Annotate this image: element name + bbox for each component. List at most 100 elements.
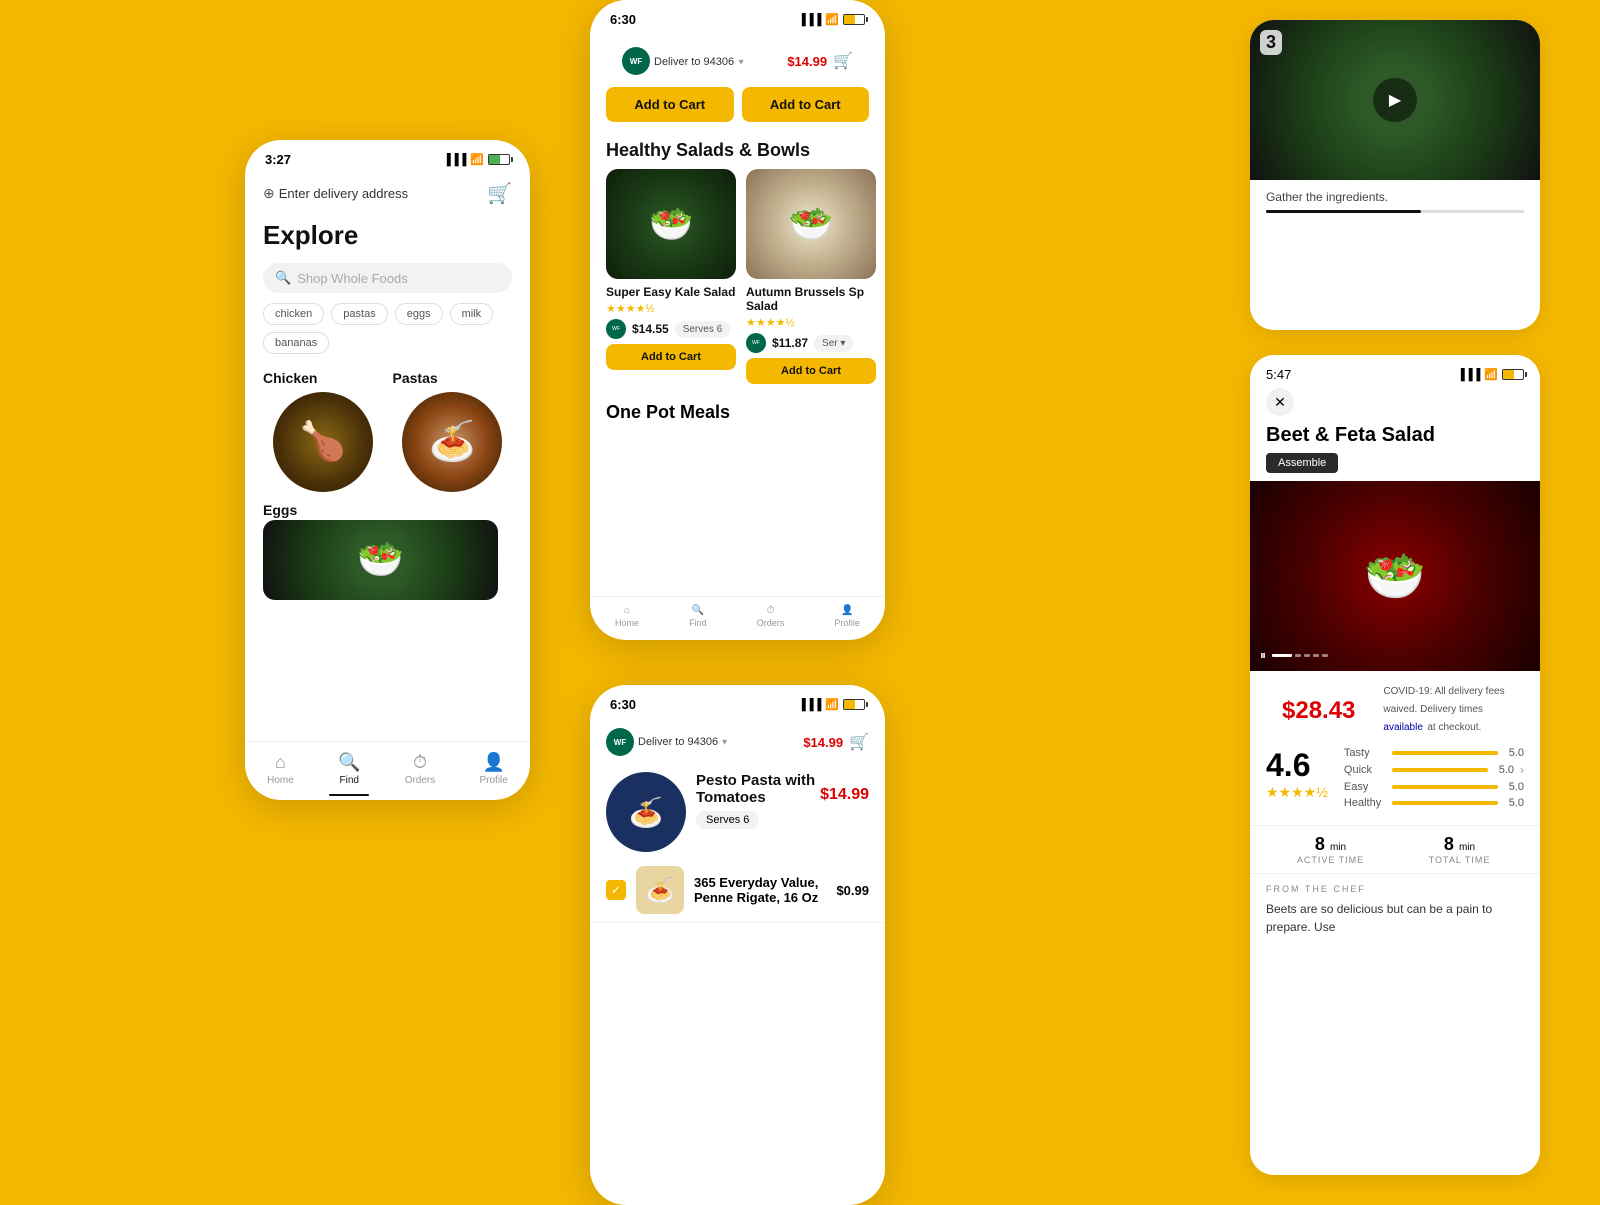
add-to-cart-row: Add to Cart Add to Cart xyxy=(606,87,869,122)
pause-icon[interactable]: ⏸ xyxy=(1260,648,1266,663)
play-button[interactable]: ▶ xyxy=(1373,78,1417,122)
nav-home-center[interactable]: ⌂ Home xyxy=(615,605,639,628)
available-link[interactable]: available xyxy=(1383,722,1422,733)
tag-eggs[interactable]: eggs xyxy=(395,303,443,325)
nav-profile-label-c: Profile xyxy=(834,618,860,628)
quick-fill xyxy=(1392,768,1488,772)
pasta-wf-logo: WF Deliver to 94306 ▾ xyxy=(606,728,727,756)
dot-4 xyxy=(1313,654,1319,657)
category-pastas-label: Pastas xyxy=(393,370,438,386)
search-icon-left: 🔍 xyxy=(275,270,291,286)
phone-pasta-detail: 6:30 ▐▐▐ 📶 WF Deliver to 94306 ▾ $14.99 … xyxy=(590,685,885,1205)
step-image: 3 ▶ xyxy=(1250,20,1540,180)
dot-5 xyxy=(1322,654,1328,657)
price-top: $14.99 xyxy=(787,54,827,69)
brussels-add-btn[interactable]: Add to Cart xyxy=(746,358,876,384)
tasty-fill xyxy=(1392,751,1498,755)
location-icon: ⊕ xyxy=(263,185,275,202)
cart-icon-left[interactable]: 🛒 xyxy=(487,181,512,206)
dot-3 xyxy=(1304,654,1310,657)
progress-fill xyxy=(1266,210,1421,213)
tag-milk[interactable]: milk xyxy=(450,303,494,325)
nav-home-label-c: Home xyxy=(615,618,639,628)
search-box[interactable]: 🔍 Shop Whole Foods xyxy=(263,263,512,293)
chicken-image: 🍗 xyxy=(273,392,373,492)
wifi-icon-c: 📶 xyxy=(825,13,839,26)
home-icon: ⌂ xyxy=(275,752,286,773)
rating-tasty: Tasty 5.0 xyxy=(1344,747,1524,759)
brussels-name: Autumn Brussels Sp Salad xyxy=(746,285,876,313)
step-label: Gather the ingredients. xyxy=(1250,180,1540,210)
tag-row: chicken pastas eggs milk bananas xyxy=(263,303,512,354)
pasta-wf-circle: WF xyxy=(606,728,634,756)
rating-stars: ★★★★½ xyxy=(1266,784,1328,801)
brussels-serves[interactable]: Ser ▾ xyxy=(814,335,853,352)
wf-logo-circle: WF xyxy=(622,47,650,75)
wifi-beet: 📶 xyxy=(1484,368,1498,381)
category-pastas[interactable]: Pastas 🍝 xyxy=(393,370,513,492)
eggs-emoji: 🥗 xyxy=(357,538,404,582)
nav-profile-label-left: Profile xyxy=(479,775,507,786)
quick-track xyxy=(1392,768,1488,772)
nav-orders-left[interactable]: ⏱ Orders xyxy=(405,752,436,786)
recipe-brussels: 🥗 Autumn Brussels Sp Salad ★★★★½ WF $11.… xyxy=(746,169,876,384)
rating-quick: Quick 5.0 › xyxy=(1344,763,1524,777)
category-chicken-label: Chicken xyxy=(263,370,317,386)
battery-pasta xyxy=(843,699,865,710)
kale-stars: ★★★★½ xyxy=(606,302,736,315)
kale-serves[interactable]: Serves 6 xyxy=(675,321,730,338)
status-icons-beet: ▐▐▐ 📶 xyxy=(1457,368,1524,381)
time-section: 8 min ACTIVE TIME 8 min TOTAL TIME xyxy=(1250,825,1540,874)
nav-find-left[interactable]: 🔍 Find xyxy=(338,752,360,786)
assemble-label: Assemble xyxy=(1266,453,1338,473)
total-time-val: 8 min xyxy=(1395,834,1524,855)
easy-val: 5.0 xyxy=(1504,781,1524,793)
pasta-serves[interactable]: Serves 6 xyxy=(696,811,759,829)
time-pasta: 6:30 xyxy=(610,697,636,712)
center-bottom-nav: ⌂ Home 🔍 Find ⏱ Orders 👤 Profile xyxy=(590,596,885,640)
ingredient-checkbox[interactable]: ✓ xyxy=(606,880,626,900)
pastas-image: 🍝 xyxy=(402,392,502,492)
progress-container xyxy=(1250,210,1540,213)
brussels-wf-badge: WF xyxy=(746,333,766,353)
tasty-val: 5.0 xyxy=(1504,747,1524,759)
delivery-row: ⊕ Enter delivery address 🛒 xyxy=(263,181,512,206)
beet-price-section: $28.43 COVID-19: All delivery fees waive… xyxy=(1250,671,1540,739)
search-placeholder: Shop Whole Foods xyxy=(297,271,408,286)
nav-home-left[interactable]: ⌂ Home xyxy=(267,752,294,786)
healthy-val: 5.0 xyxy=(1504,797,1524,809)
tag-pastas[interactable]: pastas xyxy=(331,303,387,325)
healthy-fill xyxy=(1392,801,1498,805)
nav-orders-label: Orders xyxy=(405,775,436,786)
nav-orders-center[interactable]: ⏱ Orders xyxy=(757,605,785,628)
close-button[interactable]: ✕ xyxy=(1266,388,1294,416)
tasty-track xyxy=(1392,751,1498,755)
signal-icon-c: ▐▐▐ xyxy=(798,14,821,26)
step-number: 3 xyxy=(1260,30,1282,55)
chef-section: FROM THE CHEF Beets are so delicious but… xyxy=(1250,874,1540,946)
add-to-cart-btn-2[interactable]: Add to Cart xyxy=(742,87,870,122)
delivery-address[interactable]: ⊕ Enter delivery address xyxy=(263,185,408,202)
nav-profile-left[interactable]: 👤 Profile xyxy=(479,752,507,786)
find-icon: 🔍 xyxy=(338,752,360,773)
tag-bananas[interactable]: bananas xyxy=(263,332,329,354)
tag-chicken[interactable]: chicken xyxy=(263,303,324,325)
kale-add-btn[interactable]: Add to Cart xyxy=(606,344,736,370)
easy-fill xyxy=(1392,785,1498,789)
phone-explore: 3:27 ▐▐▐ 📶 ⊕ Enter delivery address 🛒 Ex… xyxy=(245,140,530,800)
time-center: 6:30 xyxy=(610,12,636,27)
nav-underline xyxy=(329,794,369,796)
active-time-block: 8 min ACTIVE TIME xyxy=(1266,834,1395,865)
category-eggs[interactable]: Eggs 🥗 xyxy=(263,502,512,600)
quick-label: Quick xyxy=(1344,764,1386,776)
nav-find-center[interactable]: 🔍 Find xyxy=(689,605,707,628)
bottom-nav-left: ⌂ Home 🔍 Find ⏱ Orders 👤 Profile xyxy=(245,741,530,800)
rating-easy: Easy 5.0 xyxy=(1344,781,1524,793)
nav-profile-center[interactable]: 👤 Profile xyxy=(834,605,860,628)
kale-image: 🥗 xyxy=(606,169,736,279)
add-to-cart-btn-1[interactable]: Add to Cart xyxy=(606,87,734,122)
category-chicken[interactable]: Chicken 🍗 xyxy=(263,370,383,492)
signal-beet: ▐▐▐ xyxy=(1457,369,1480,381)
orders-icon-c: ⏱ xyxy=(767,605,775,616)
beet-hero-image: 🥗 ⏸ xyxy=(1250,481,1540,671)
